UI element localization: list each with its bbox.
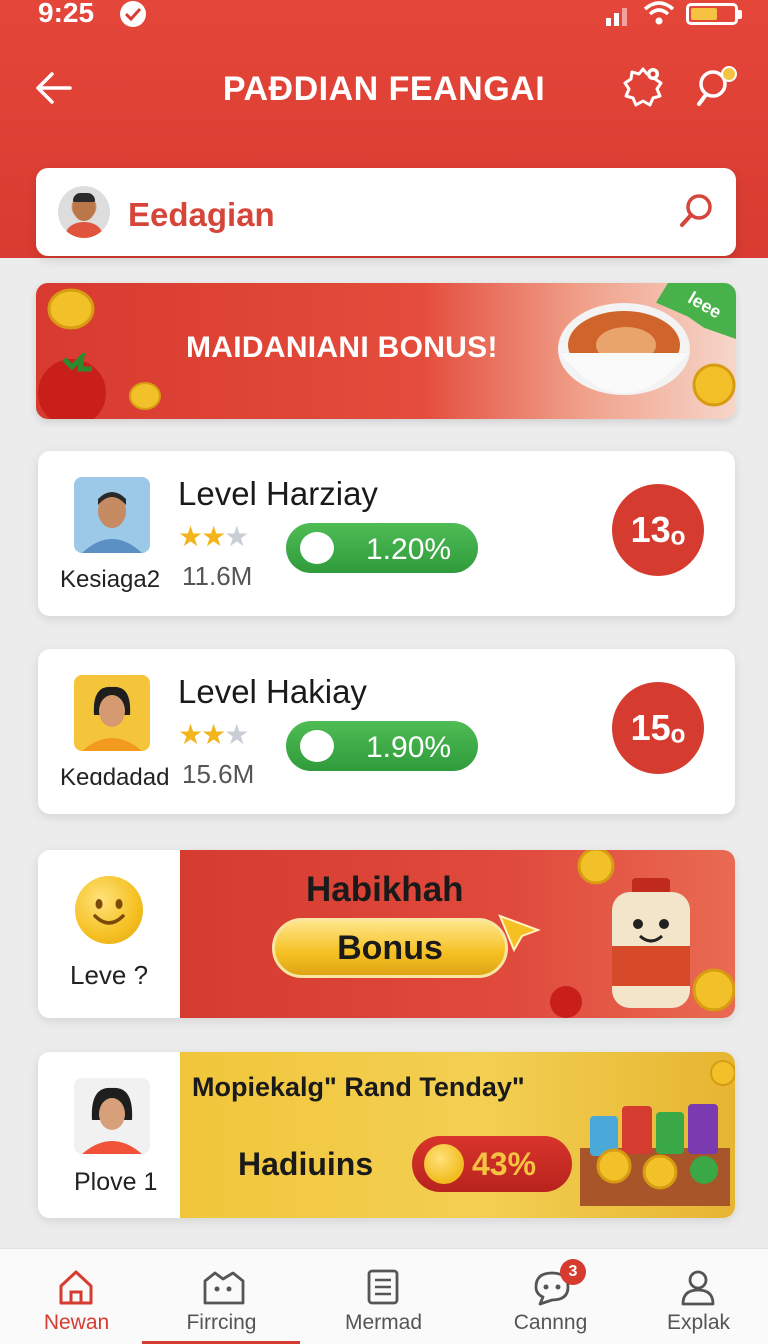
check-icon [120,1,146,27]
tender-banner: Mopiekalg" Rand Tenday" Hadiuins 43% [180,1052,735,1218]
bonus-card[interactable]: Leve ? Habikhah Bonus [38,850,735,1018]
rank-badge: 15ₒ [612,682,704,774]
tab-label: Mermad [344,1311,423,1334]
star-rating: ★★★ [178,719,249,750]
bottom-tab-bar: Newan Firrcing Mermad Cannng Explak [0,1248,768,1344]
tab-label: Cannng [513,1311,588,1334]
percent-pill[interactable]: 1.20% [286,523,478,573]
gift-products-icon [580,1104,730,1206]
tender-card-left: Plove 1 [38,1052,180,1218]
calendar-icon [300,532,334,564]
percent-value: 1.20% [366,533,452,566]
bonus-heading: Habikhah [306,870,464,909]
card-username: Keɑdadad [60,764,170,791]
tab-list[interactable]: Mermad [307,1249,460,1344]
tab-label: Newan [43,1311,110,1334]
tab-chat[interactable]: Cannng [474,1249,627,1344]
coin-icon [129,382,161,410]
home-icon [59,1270,93,1305]
tab-grid[interactable]: Firrcing [145,1249,298,1344]
settings-icon[interactable] [620,64,666,110]
bonus-level-label: Leve ? [70,960,149,990]
level-card[interactable]: Keɑdadad Level Hakiay ★★★ 15.6M 1.90% 15… [38,649,735,814]
search-bar[interactable]: Eedagian [36,168,736,256]
tender-level-label: Plove 1 [74,1168,158,1196]
back-arrow-icon[interactable] [34,68,74,108]
wifi-icon [643,1,675,25]
card-username: Kesiaga2 [60,566,161,593]
tender-percent: 43% [472,1146,537,1182]
tender-label: Hadiuins [238,1146,374,1182]
coin-icon [692,363,736,407]
signal-icon [606,8,627,26]
coin-icon [710,1060,735,1086]
tab-home[interactable]: Newan [0,1249,153,1344]
smiley-icon [75,876,143,944]
calendar-icon [300,730,334,762]
tab-label: Firrcing [186,1311,257,1334]
notification-dot [721,66,737,82]
card-title: Level Hakiay [178,673,367,710]
percent-pill[interactable]: 1.90% [286,721,478,771]
tab-profile[interactable]: Explak [622,1249,768,1344]
search-icon[interactable] [676,192,716,232]
bonus-banner: Habikhah Bonus [180,850,735,1018]
card-title: Level Harziay [178,475,378,512]
avatar [74,477,150,553]
status-bar: 9:25 [0,0,768,30]
tender-card[interactable]: Plove 1 Mopiekalg" Rand Tenday" Hadiuins… [38,1052,735,1218]
tab-label: Explak [666,1311,731,1334]
tender-percent-pill[interactable]: 43% [412,1136,572,1192]
promo-text: MAIDANIANI BONUS! [186,331,498,364]
card-count: 15.6M [182,759,255,789]
rank-badge: 13ₒ [612,484,704,576]
status-time: 9:25 [38,0,95,28]
bonus-card-left: Leve ? [38,850,180,1018]
level-card[interactable]: Kesiaga2 Level Harziay ★★★ 11.6M 1.20% 1… [38,451,735,616]
chat-badge: 3 [560,1259,586,1285]
battery-icon [686,3,742,25]
bonus-button[interactable]: Bonus [272,918,508,978]
promo-banner[interactable]: MAIDANIANI BONUS! leee [36,283,736,419]
star-rating: ★★★ [178,521,249,552]
tomato-icon [38,353,106,419]
profile-icon [681,1270,715,1306]
soup-bowl-icon [558,303,690,395]
avatar [74,675,150,751]
search-input[interactable]: Eedagian [128,196,275,234]
card-count: 11.6M [182,561,253,591]
coin-icon [47,288,95,330]
tender-heading: Mopiekalg" Rand Tenday" [192,1072,525,1102]
percent-value: 1.90% [366,731,452,764]
smiley-coin-icon [424,1144,464,1184]
jar-mascot-icon [612,878,690,1008]
list-icon [367,1269,399,1305]
cursor-icon [498,914,541,952]
tomato-icon [550,986,582,1018]
grid-icon [203,1271,245,1305]
avatar [58,186,110,238]
page-title: PAƉDIAN FEANGAI [222,70,546,108]
avatar [74,1078,150,1154]
coin-icon [692,968,735,1012]
